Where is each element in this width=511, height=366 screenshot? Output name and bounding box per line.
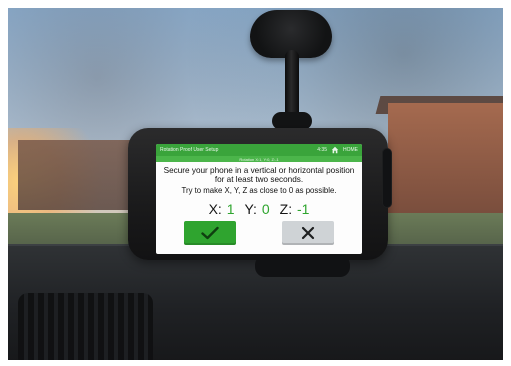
x-value: 1 [226,201,235,217]
home-icon[interactable] [331,146,339,154]
y-readout: Y: 0 [244,202,269,216]
x-label: X: [208,201,222,217]
instruction-line-1: Secure your phone in a vertical or horiz… [163,166,355,184]
statusbar-right: 4:35 HOME [317,146,358,154]
instruction-line-2: Try to make X, Y, Z as close to 0 as pos… [181,186,337,195]
xyz-readout: X: 1 Y: 0 Z: -1 [162,202,356,216]
building-right [388,103,503,213]
z-label: Z: [279,201,293,217]
close-icon [301,226,315,240]
cancel-button[interactable] [282,221,334,245]
rotation-subbar-text: Rotation X:1, Y:0, Z:-1 [239,156,279,162]
phone-side-button [382,148,392,208]
app-title: Rotation Proof User Setup [160,147,219,153]
instruction-content: Secure your phone in a vertical or horiz… [156,162,362,216]
z-value: -1 [296,201,310,217]
action-buttons [184,221,334,247]
building-left [18,140,138,210]
status-time: 4:35 [317,147,327,153]
app-statusbar: Rotation Proof User Setup 4:35 HOME [156,144,362,156]
home-label[interactable]: HOME [343,147,358,153]
air-vent [18,293,153,360]
check-icon [201,226,219,240]
statusbar-left: Rotation Proof User Setup [160,147,218,153]
confirm-button[interactable] [184,221,236,245]
phone-screen: Rotation Proof User Setup 4:35 HOME Rota… [156,144,362,254]
mount-stem [285,50,299,120]
x-readout: X: 1 [209,202,235,216]
z-readout: Z: -1 [280,202,310,216]
y-value: 0 [261,201,270,217]
mount-base [255,255,350,277]
y-label: Y: [244,201,257,217]
